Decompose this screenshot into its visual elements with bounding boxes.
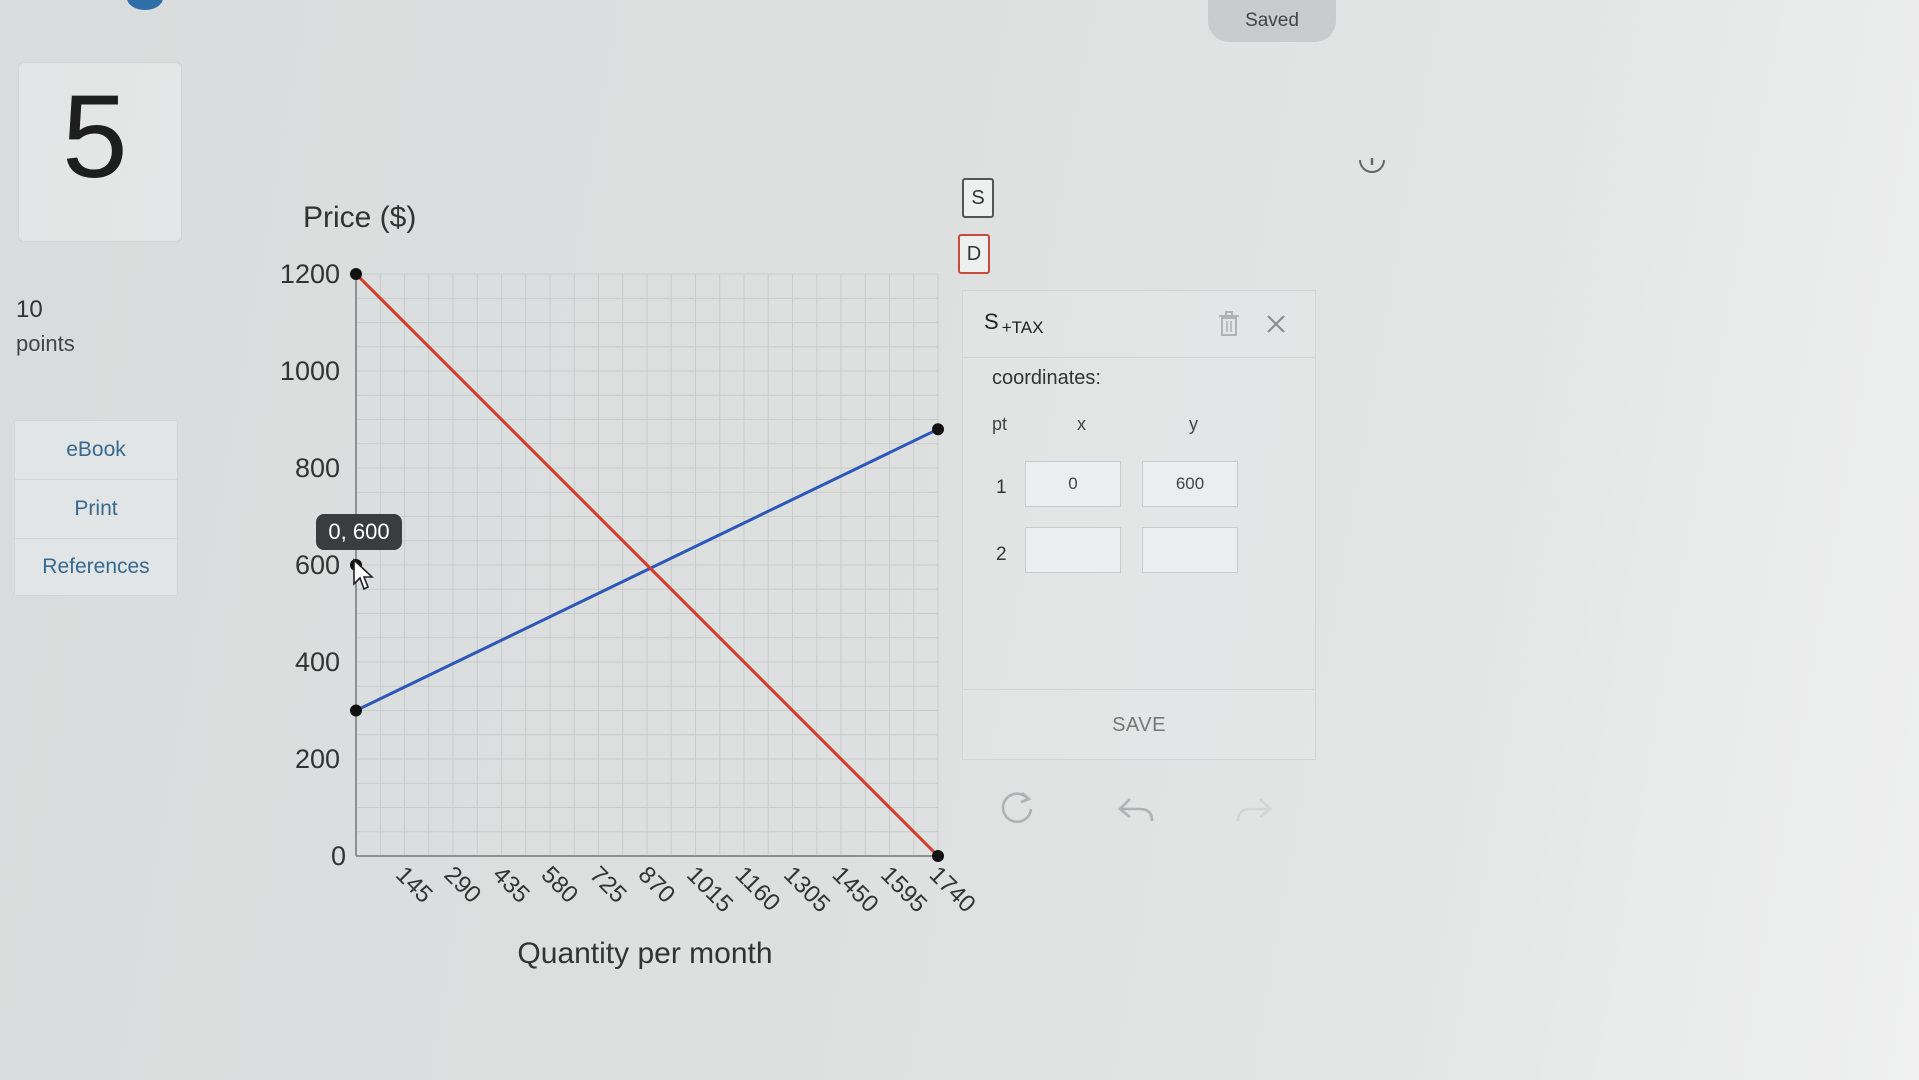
x-tick-label: 435 [487,861,534,908]
x-tick-labels: 145 290 435 580 725 870 1015116013051450159517… [390,861,980,918]
point-1-x-input[interactable] [1025,461,1121,507]
panel-title: S +TAX [984,309,1044,337]
y-tick-label: 200 [295,744,340,774]
y-axis-label: Price ($) [303,201,416,234]
point-1-y-input[interactable] [1142,461,1238,507]
supply-tool-button[interactable]: S [962,178,994,218]
demand-tool-button[interactable]: D [958,234,990,274]
panel-header: S +TAX [963,291,1315,358]
row-2-number: 2 [996,544,1007,565]
x-tick-label: 1305 [778,861,835,918]
x-tick-label: 1450 [827,861,884,918]
x-tick-label: 1015 [681,861,738,918]
series-endpoint [932,850,944,862]
coordinates-label: coordinates: [992,367,1101,389]
series-endpoint [350,268,362,280]
undo-icon[interactable] [1116,789,1156,829]
x-tick-label: 145 [390,861,437,908]
save-button[interactable]: SAVE [963,690,1315,760]
trash-icon[interactable] [1217,311,1241,337]
pt-column-header: pt [992,414,1008,434]
x-tick-label: 1160 [730,861,786,917]
y-tick-labels: 0 200 400 600 800 1000 1200 [280,259,346,871]
y-tick-label: 400 [295,647,340,677]
y-tick-label: 0 [331,841,346,871]
cursor-icon [353,558,374,591]
y-column-header: y [1189,414,1198,434]
series-endpoint [932,423,944,436]
point-2-x-input[interactable] [1025,527,1121,573]
y-tick-label: 1000 [280,356,340,386]
y-tick-label: 1200 [280,259,340,289]
x-column-header: x [1077,414,1086,434]
x-tick-label: 725 [584,861,631,908]
save-row: SAVE [963,689,1315,760]
redo-icon[interactable] [1234,789,1274,829]
x-tick-label: 1740 [924,861,981,918]
x-axis-label: Quantity per month [517,937,772,970]
x-tick-label: 1595 [875,861,932,918]
x-tick-label: 870 [633,861,680,908]
x-tick-label: 290 [439,861,486,908]
info-icon[interactable] [1357,148,1387,178]
line-properties-panel: S+TAX coordinates: pt x y 1 2 SAVE [962,290,1316,760]
supply-demand-graph[interactable]: 0 200 400 600 800 1000 1200 145 290 435 580 725 870… [0,0,1919,1080]
close-icon[interactable] [1265,313,1287,335]
series-endpoint [350,704,362,717]
y-tick-label: 600 [295,550,340,580]
x-tick-label: 580 [536,861,583,908]
reset-icon[interactable] [998,787,1038,827]
point-tooltip: 0, 600 [316,514,402,550]
row-1-number: 1 [996,477,1007,498]
point-2-y-input[interactable] [1142,527,1238,573]
y-tick-label: 800 [295,453,340,483]
